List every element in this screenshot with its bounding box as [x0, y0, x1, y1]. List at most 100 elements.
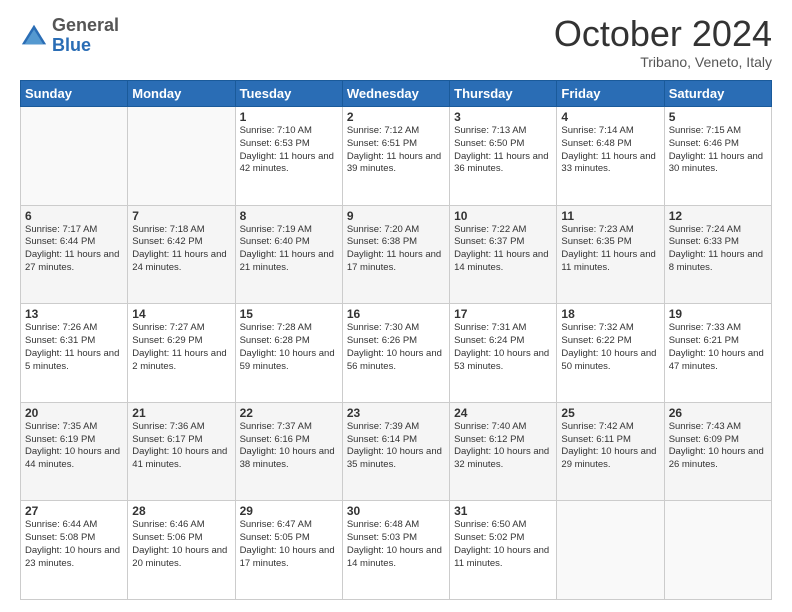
calendar-cell: 21Sunrise: 7:36 AM Sunset: 6:17 PM Dayli… — [128, 402, 235, 501]
day-info: Sunrise: 7:33 AM Sunset: 6:21 PM Dayligh… — [669, 322, 767, 373]
calendar-cell: 17Sunrise: 7:31 AM Sunset: 6:24 PM Dayli… — [450, 304, 557, 403]
calendar-week-row: 20Sunrise: 7:35 AM Sunset: 6:19 PM Dayli… — [21, 402, 772, 501]
calendar-cell: 23Sunrise: 7:39 AM Sunset: 6:14 PM Dayli… — [342, 402, 449, 501]
calendar-cell: 27Sunrise: 6:44 AM Sunset: 5:08 PM Dayli… — [21, 501, 128, 600]
calendar-cell: 30Sunrise: 6:48 AM Sunset: 5:03 PM Dayli… — [342, 501, 449, 600]
day-number: 9 — [347, 209, 445, 223]
day-number: 3 — [454, 110, 552, 124]
day-number: 30 — [347, 504, 445, 518]
calendar-cell: 8Sunrise: 7:19 AM Sunset: 6:40 PM Daylig… — [235, 205, 342, 304]
calendar-cell — [664, 501, 771, 600]
day-info: Sunrise: 7:32 AM Sunset: 6:22 PM Dayligh… — [561, 322, 659, 373]
logo-text: General Blue — [52, 16, 119, 56]
day-number: 17 — [454, 307, 552, 321]
day-number: 10 — [454, 209, 552, 223]
calendar-cell: 22Sunrise: 7:37 AM Sunset: 6:16 PM Dayli… — [235, 402, 342, 501]
day-number: 7 — [132, 209, 230, 223]
day-number: 2 — [347, 110, 445, 124]
calendar-cell: 15Sunrise: 7:28 AM Sunset: 6:28 PM Dayli… — [235, 304, 342, 403]
day-info: Sunrise: 7:36 AM Sunset: 6:17 PM Dayligh… — [132, 421, 230, 472]
day-number: 18 — [561, 307, 659, 321]
calendar-cell: 1Sunrise: 7:10 AM Sunset: 6:53 PM Daylig… — [235, 107, 342, 206]
calendar-cell: 29Sunrise: 6:47 AM Sunset: 5:05 PM Dayli… — [235, 501, 342, 600]
calendar-cell: 12Sunrise: 7:24 AM Sunset: 6:33 PM Dayli… — [664, 205, 771, 304]
day-info: Sunrise: 7:22 AM Sunset: 6:37 PM Dayligh… — [454, 224, 552, 275]
day-info: Sunrise: 7:17 AM Sunset: 6:44 PM Dayligh… — [25, 224, 123, 275]
day-info: Sunrise: 7:37 AM Sunset: 6:16 PM Dayligh… — [240, 421, 338, 472]
day-info: Sunrise: 6:44 AM Sunset: 5:08 PM Dayligh… — [25, 519, 123, 570]
calendar-week-row: 27Sunrise: 6:44 AM Sunset: 5:08 PM Dayli… — [21, 501, 772, 600]
logo-general: General — [52, 15, 119, 35]
logo: General Blue — [20, 16, 119, 56]
calendar-cell: 6Sunrise: 7:17 AM Sunset: 6:44 PM Daylig… — [21, 205, 128, 304]
calendar-cell — [557, 501, 664, 600]
day-number: 5 — [669, 110, 767, 124]
day-info: Sunrise: 7:35 AM Sunset: 6:19 PM Dayligh… — [25, 421, 123, 472]
calendar-week-row: 6Sunrise: 7:17 AM Sunset: 6:44 PM Daylig… — [21, 205, 772, 304]
day-info: Sunrise: 7:18 AM Sunset: 6:42 PM Dayligh… — [132, 224, 230, 275]
calendar-cell: 18Sunrise: 7:32 AM Sunset: 6:22 PM Dayli… — [557, 304, 664, 403]
day-info: Sunrise: 7:20 AM Sunset: 6:38 PM Dayligh… — [347, 224, 445, 275]
day-number: 15 — [240, 307, 338, 321]
calendar-week-row: 1Sunrise: 7:10 AM Sunset: 6:53 PM Daylig… — [21, 107, 772, 206]
calendar-cell: 19Sunrise: 7:33 AM Sunset: 6:21 PM Dayli… — [664, 304, 771, 403]
calendar-cell: 11Sunrise: 7:23 AM Sunset: 6:35 PM Dayli… — [557, 205, 664, 304]
day-info: Sunrise: 7:30 AM Sunset: 6:26 PM Dayligh… — [347, 322, 445, 373]
day-info: Sunrise: 7:40 AM Sunset: 6:12 PM Dayligh… — [454, 421, 552, 472]
day-number: 16 — [347, 307, 445, 321]
day-info: Sunrise: 6:46 AM Sunset: 5:06 PM Dayligh… — [132, 519, 230, 570]
day-number: 26 — [669, 406, 767, 420]
column-header-thursday: Thursday — [450, 81, 557, 107]
column-header-tuesday: Tuesday — [235, 81, 342, 107]
logo-icon — [20, 22, 48, 50]
calendar-table: SundayMondayTuesdayWednesdayThursdayFrid… — [20, 80, 772, 600]
day-info: Sunrise: 6:47 AM Sunset: 5:05 PM Dayligh… — [240, 519, 338, 570]
page-header: General Blue October 2024 Tribano, Venet… — [20, 16, 772, 70]
calendar-cell: 26Sunrise: 7:43 AM Sunset: 6:09 PM Dayli… — [664, 402, 771, 501]
calendar-cell: 9Sunrise: 7:20 AM Sunset: 6:38 PM Daylig… — [342, 205, 449, 304]
calendar-header-row: SundayMondayTuesdayWednesdayThursdayFrid… — [21, 81, 772, 107]
day-info: Sunrise: 6:50 AM Sunset: 5:02 PM Dayligh… — [454, 519, 552, 570]
day-number: 4 — [561, 110, 659, 124]
day-number: 14 — [132, 307, 230, 321]
day-number: 25 — [561, 406, 659, 420]
calendar-cell: 7Sunrise: 7:18 AM Sunset: 6:42 PM Daylig… — [128, 205, 235, 304]
calendar-cell: 5Sunrise: 7:15 AM Sunset: 6:46 PM Daylig… — [664, 107, 771, 206]
day-number: 28 — [132, 504, 230, 518]
day-info: Sunrise: 7:28 AM Sunset: 6:28 PM Dayligh… — [240, 322, 338, 373]
calendar-cell: 20Sunrise: 7:35 AM Sunset: 6:19 PM Dayli… — [21, 402, 128, 501]
calendar-cell: 13Sunrise: 7:26 AM Sunset: 6:31 PM Dayli… — [21, 304, 128, 403]
day-number: 12 — [669, 209, 767, 223]
day-number: 6 — [25, 209, 123, 223]
day-info: Sunrise: 6:48 AM Sunset: 5:03 PM Dayligh… — [347, 519, 445, 570]
day-number: 27 — [25, 504, 123, 518]
day-info: Sunrise: 7:23 AM Sunset: 6:35 PM Dayligh… — [561, 224, 659, 275]
day-info: Sunrise: 7:10 AM Sunset: 6:53 PM Dayligh… — [240, 125, 338, 176]
day-info: Sunrise: 7:13 AM Sunset: 6:50 PM Dayligh… — [454, 125, 552, 176]
day-info: Sunrise: 7:19 AM Sunset: 6:40 PM Dayligh… — [240, 224, 338, 275]
day-number: 11 — [561, 209, 659, 223]
calendar-cell: 14Sunrise: 7:27 AM Sunset: 6:29 PM Dayli… — [128, 304, 235, 403]
calendar-cell: 2Sunrise: 7:12 AM Sunset: 6:51 PM Daylig… — [342, 107, 449, 206]
day-info: Sunrise: 7:42 AM Sunset: 6:11 PM Dayligh… — [561, 421, 659, 472]
day-number: 22 — [240, 406, 338, 420]
day-info: Sunrise: 7:14 AM Sunset: 6:48 PM Dayligh… — [561, 125, 659, 176]
day-info: Sunrise: 7:15 AM Sunset: 6:46 PM Dayligh… — [669, 125, 767, 176]
calendar-week-row: 13Sunrise: 7:26 AM Sunset: 6:31 PM Dayli… — [21, 304, 772, 403]
calendar-cell: 31Sunrise: 6:50 AM Sunset: 5:02 PM Dayli… — [450, 501, 557, 600]
day-number: 24 — [454, 406, 552, 420]
logo-blue: Blue — [52, 35, 91, 55]
calendar-cell — [128, 107, 235, 206]
day-info: Sunrise: 7:31 AM Sunset: 6:24 PM Dayligh… — [454, 322, 552, 373]
calendar-cell: 25Sunrise: 7:42 AM Sunset: 6:11 PM Dayli… — [557, 402, 664, 501]
column-header-friday: Friday — [557, 81, 664, 107]
day-number: 1 — [240, 110, 338, 124]
day-info: Sunrise: 7:43 AM Sunset: 6:09 PM Dayligh… — [669, 421, 767, 472]
day-number: 31 — [454, 504, 552, 518]
calendar-cell: 10Sunrise: 7:22 AM Sunset: 6:37 PM Dayli… — [450, 205, 557, 304]
day-number: 8 — [240, 209, 338, 223]
day-number: 23 — [347, 406, 445, 420]
day-info: Sunrise: 7:12 AM Sunset: 6:51 PM Dayligh… — [347, 125, 445, 176]
day-number: 13 — [25, 307, 123, 321]
column-header-monday: Monday — [128, 81, 235, 107]
